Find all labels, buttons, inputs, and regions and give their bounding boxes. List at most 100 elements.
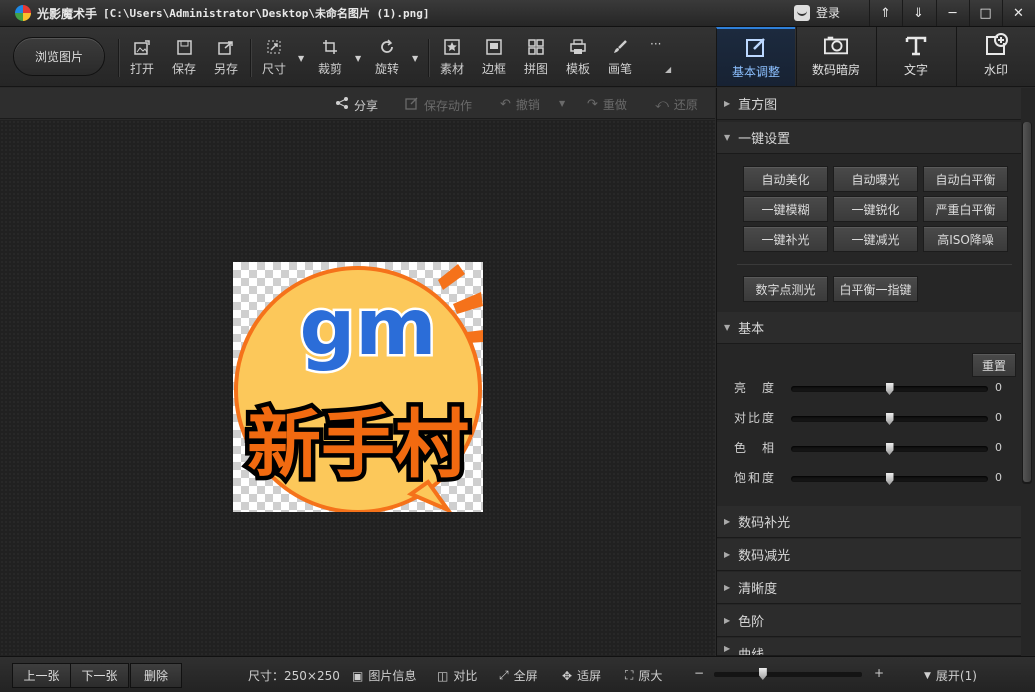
slider-thumb[interactable] — [885, 443, 894, 455]
user-face-icon — [794, 4, 810, 21]
status-bar: 上一张 下一张 删除 尺寸：250×250 ▣ 图片信息 ◫ 对比 ⤢ 全屏 ✥… — [0, 656, 1035, 692]
digital-spot-metering-button[interactable]: 数字点测光 — [743, 276, 828, 302]
undo-button[interactable]: ↶ 撤销 — [500, 96, 540, 113]
resize-icon — [265, 39, 283, 55]
fullscreen-icon: ⤢ — [499, 668, 509, 682]
slider-thumb[interactable] — [885, 473, 894, 485]
open-button[interactable]: 打开 — [125, 39, 159, 77]
auto-beautify-button[interactable]: 自动美化 — [743, 166, 828, 192]
section-fill-light[interactable]: ▶ 数码补光 — [717, 506, 1021, 538]
reset-button[interactable]: 重置 — [972, 353, 1016, 377]
save-button[interactable]: 保存 — [167, 39, 201, 77]
brush-button[interactable]: 画笔 — [603, 39, 637, 77]
section-curves[interactable]: ▶ 曲线 — [717, 638, 1021, 656]
fit-screen-icon: ✥ — [562, 668, 573, 683]
high-iso-denoise-button[interactable]: 高ISO降噪 — [923, 226, 1008, 252]
original-size-button[interactable]: ⛶ 原大 — [625, 667, 662, 684]
undo-dropdown-icon[interactable]: ▼ — [559, 99, 565, 108]
edited-image[interactable]: gm 新手村 — [233, 262, 483, 512]
expand-filmstrip-button[interactable]: ▼ 展开(1) — [924, 667, 977, 684]
adjust-panel: ▶ 直方图 ▼ 一键设置 自动美化 自动曝光 自动白平衡 一键模糊 一键锐化 严… — [716, 88, 1035, 656]
tab-basic-adjust[interactable]: 基本调整 — [716, 27, 795, 86]
hue-label: 色 相 — [734, 441, 777, 455]
zoom-out-button[interactable]: − — [694, 666, 704, 680]
undo-label: 撤销 — [515, 98, 540, 112]
compare-button[interactable]: ◫ 对比 — [437, 667, 477, 684]
one-click-blur-button[interactable]: 一键模糊 — [743, 196, 828, 222]
section-histogram[interactable]: ▶ 直方图 — [717, 88, 1021, 120]
image-info-label: 图片信息 — [368, 669, 417, 683]
zoom-slider[interactable] — [714, 668, 862, 680]
slider-thumb[interactable] — [885, 383, 894, 395]
size-button[interactable]: 尺寸 — [257, 39, 291, 77]
browse-images-button[interactable]: 浏览图片 — [13, 37, 105, 76]
template-button[interactable]: 模板 — [561, 39, 595, 77]
close-button[interactable]: ✕ — [1002, 0, 1034, 26]
auto-white-balance-button[interactable]: 自动白平衡 — [923, 166, 1008, 192]
redo-arrow-icon: ↷ — [587, 97, 598, 112]
saturation-slider[interactable] — [791, 473, 988, 485]
section-reduce-light[interactable]: ▶ 数码减光 — [717, 539, 1021, 571]
one-click-reduce-light-button[interactable]: 一键减光 — [833, 226, 918, 252]
section-sharpness[interactable]: ▶ 清晰度 — [717, 572, 1021, 604]
section-one-click[interactable]: ▼ 一键设置 — [717, 122, 1021, 154]
slider-thumb[interactable] — [885, 413, 894, 425]
login-button[interactable]: 登录 — [794, 4, 840, 21]
next-image-button[interactable]: 下一张 — [70, 663, 129, 688]
brightness-slider[interactable] — [791, 383, 988, 395]
previous-image-button[interactable]: 上一张 — [12, 663, 71, 688]
zoom-in-button[interactable]: + — [874, 666, 884, 680]
redo-label: 重做 — [602, 98, 627, 112]
toolbar-divider — [118, 39, 119, 77]
border-button[interactable]: 边框 — [477, 39, 511, 77]
delete-button[interactable]: 删除 — [130, 663, 182, 688]
scrollbar-thumb[interactable] — [1023, 122, 1031, 482]
watermark-add-icon — [984, 33, 1008, 57]
size-label: 尺寸 — [261, 62, 286, 76]
toolbar-divider — [250, 39, 251, 77]
tab-darkroom[interactable]: 数码暗房 — [796, 27, 875, 86]
one-click-fill-light-button[interactable]: 一键补光 — [743, 226, 828, 252]
hue-value: 0 — [995, 441, 1002, 454]
save-as-label: 另存 — [213, 62, 238, 76]
menu-button[interactable]: ⇓ — [902, 0, 934, 26]
fit-screen-button[interactable]: ✥ 适屏 — [562, 667, 601, 684]
section-basic[interactable]: ▼ 基本 — [717, 312, 1021, 344]
section-sharpness-label: 清晰度 — [738, 582, 778, 597]
panel-scrollbar[interactable] — [1022, 122, 1032, 484]
redo-button[interactable]: ↷ 重做 — [587, 96, 627, 113]
collapsed-arrow-icon: ▶ — [724, 583, 731, 592]
material-button[interactable]: 素材 — [435, 39, 469, 77]
rotate-button[interactable]: 旋转 — [370, 39, 404, 77]
auto-exposure-button[interactable]: 自动曝光 — [833, 166, 918, 192]
toolbar-divider — [428, 39, 429, 77]
more-tools-button[interactable]: ··· — [650, 37, 661, 51]
fullscreen-button[interactable]: ⤢ 全屏 — [499, 667, 538, 684]
share-button[interactable]: 分享 — [335, 96, 378, 114]
skin-up-button[interactable]: ⇑ — [869, 0, 901, 26]
save-action-button[interactable]: 保存动作 — [405, 96, 472, 114]
crop-dropdown-icon[interactable]: ▼ — [355, 54, 361, 63]
restore-button[interactable]: ⤺ 还原 — [655, 96, 698, 113]
tab-text[interactable]: 文字 — [876, 27, 955, 86]
hue-slider[interactable] — [791, 443, 988, 455]
collage-button[interactable]: 拼图 — [519, 39, 553, 77]
minimize-button[interactable]: ─ — [936, 0, 968, 26]
original-size-label: 原大 — [638, 669, 663, 683]
rotate-dropdown-icon[interactable]: ▼ — [412, 54, 418, 63]
severe-white-balance-button[interactable]: 严重白平衡 — [923, 196, 1008, 222]
tab-watermark[interactable]: 水印 — [956, 27, 1035, 86]
image-info-button[interactable]: ▣ 图片信息 — [352, 667, 416, 684]
contrast-slider[interactable] — [791, 413, 988, 425]
zoom-slider-thumb[interactable] — [758, 668, 767, 680]
expand-corner-icon[interactable]: ◢ — [665, 65, 671, 74]
maximize-button[interactable]: □ — [969, 0, 1001, 26]
size-dropdown-icon[interactable]: ▼ — [298, 54, 304, 63]
collapsed-arrow-icon: ▶ — [724, 616, 731, 625]
save-as-button[interactable]: 另存 — [209, 39, 243, 77]
one-click-sharpen-button[interactable]: 一键锐化 — [833, 196, 918, 222]
section-levels[interactable]: ▶ 色阶 — [717, 605, 1021, 637]
white-balance-one-finger-button[interactable]: 白平衡一指键 — [833, 276, 918, 302]
frame-icon — [485, 39, 503, 55]
crop-button[interactable]: 裁剪 — [313, 39, 347, 77]
